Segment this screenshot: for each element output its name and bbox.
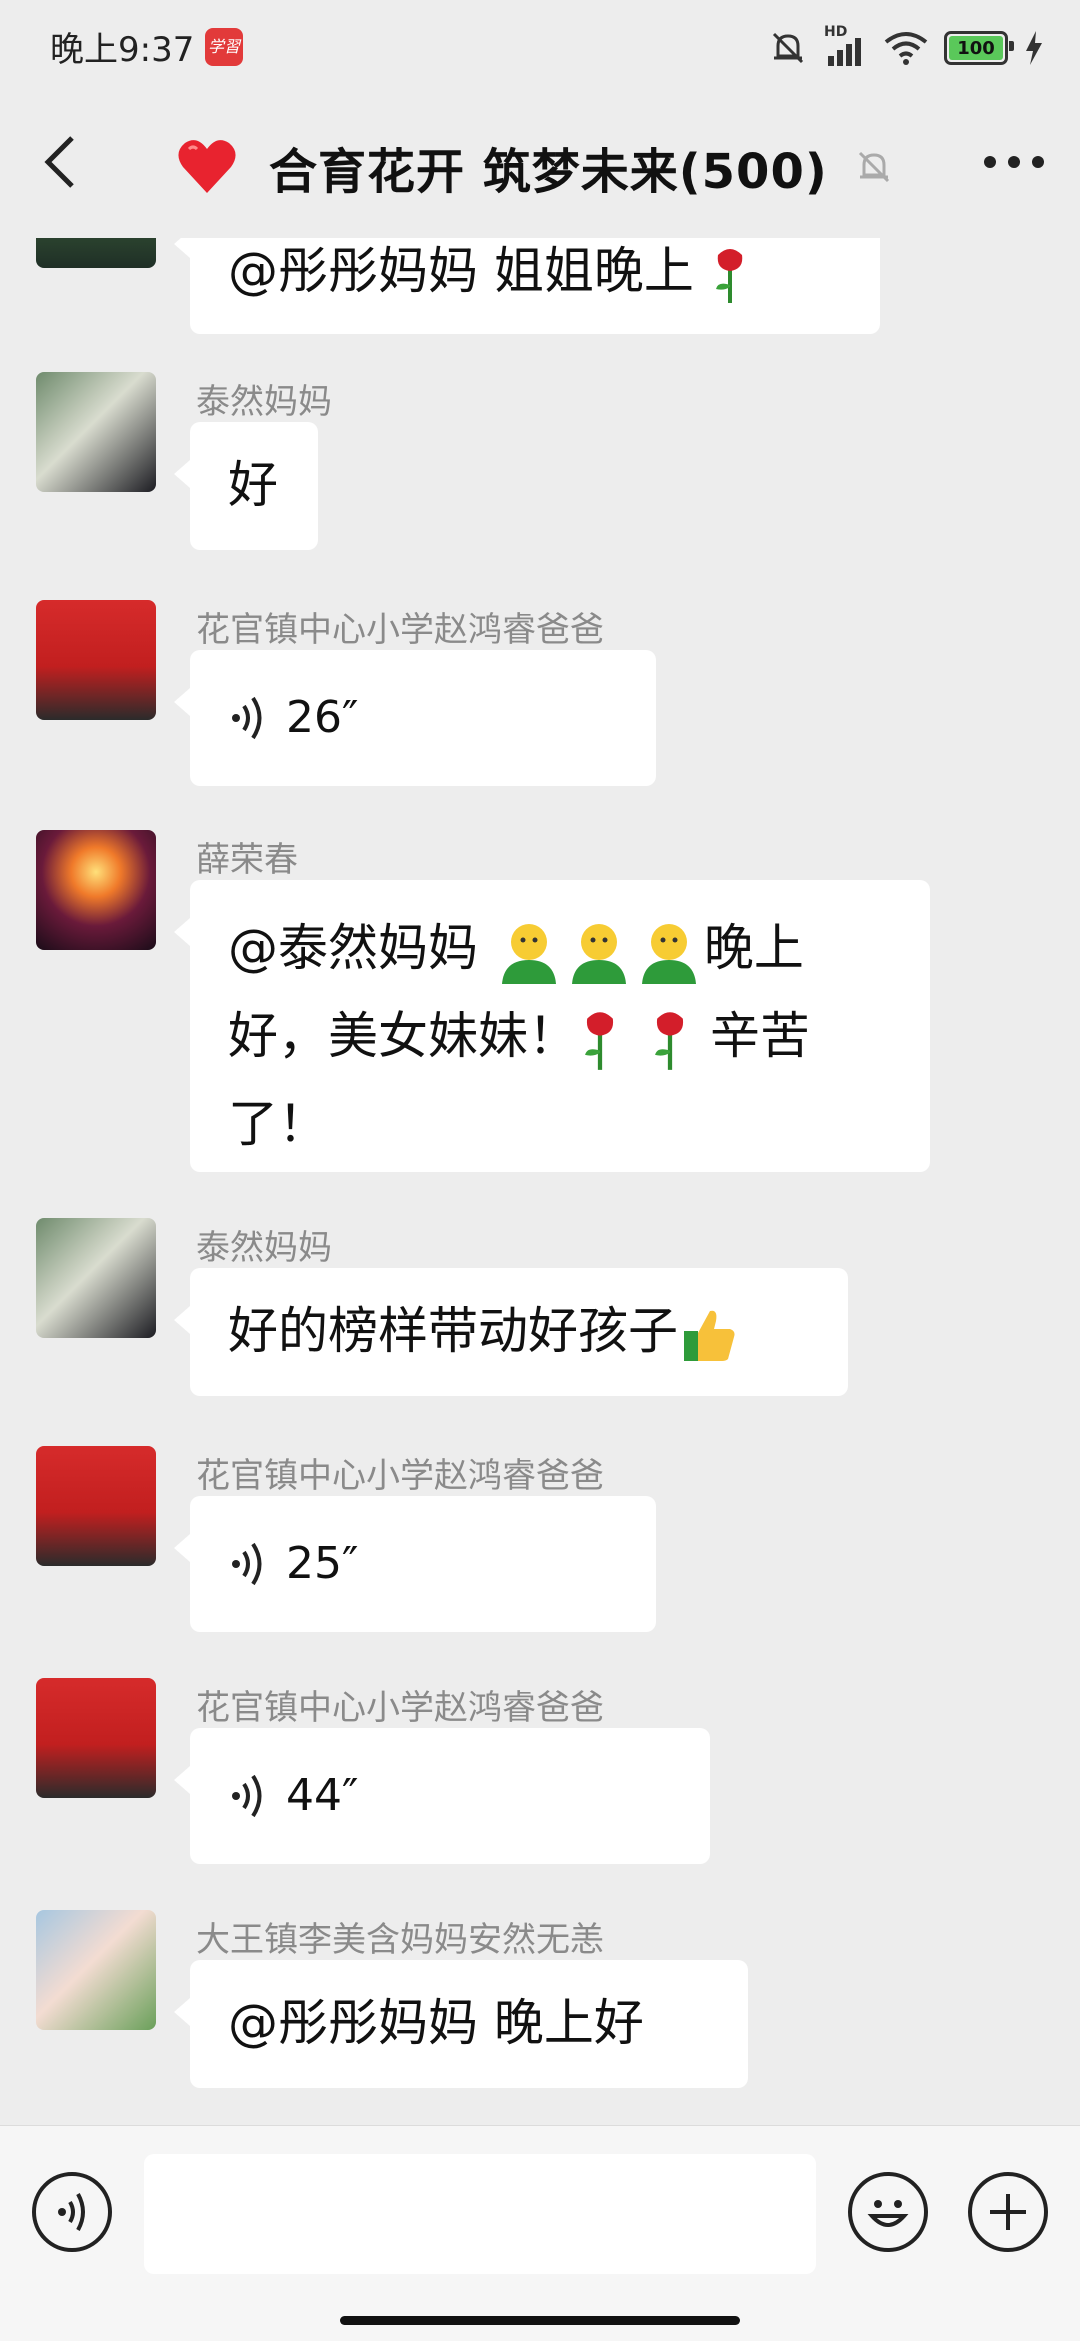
voice-wave-icon bbox=[232, 1774, 262, 1818]
back-arrow-icon[interactable] bbox=[38, 132, 82, 192]
title-group: 合育花开 筑梦未来(500) bbox=[175, 132, 894, 202]
page-title: 合育花开 筑梦未来(500) bbox=[269, 144, 828, 200]
sender-name: 薛荣春 bbox=[196, 840, 298, 880]
message-list[interactable]: @彤彤妈妈 姐姐晚上 泰然妈妈 好 花官镇中心小学赵鸿睿爸爸 26″ 薛荣春 @… bbox=[0, 238, 1080, 2125]
sender-name: 大王镇李美含妈妈安然无恙 bbox=[196, 1920, 604, 1960]
sender-name: 花官镇中心小学赵鸿睿爸爸 bbox=[196, 1456, 604, 1496]
status-time: 晚上9:37 bbox=[50, 30, 195, 70]
rose-emoji-icon bbox=[715, 248, 743, 303]
rose-emoji-icon bbox=[655, 1011, 684, 1070]
message-text: 晚上 bbox=[703, 919, 804, 977]
voice-duration: 26″ bbox=[286, 692, 359, 743]
emoji-icon bbox=[867, 2200, 909, 2227]
avatar[interactable] bbox=[36, 372, 156, 492]
voice-duration: 44″ bbox=[286, 1770, 359, 1821]
thumbs-up-emoji-icon bbox=[684, 1310, 735, 1361]
network-type: HD bbox=[824, 24, 848, 40]
voice-wave-icon bbox=[232, 1542, 262, 1586]
voice-message-bubble[interactable]: 26″ bbox=[174, 650, 656, 786]
person-emoji-icon bbox=[501, 923, 556, 984]
avatar[interactable] bbox=[36, 600, 156, 720]
message-text: @彤彤妈妈 晚上好 bbox=[228, 1994, 644, 2052]
avatar[interactable] bbox=[36, 238, 156, 268]
sender-name: 泰然妈妈 bbox=[196, 382, 332, 422]
plus-icon bbox=[990, 2194, 1026, 2230]
voice-message-bubble[interactable]: 25″ bbox=[174, 1496, 656, 1632]
plus-button[interactable] bbox=[968, 2172, 1048, 2252]
sender-name: 泰然妈妈 bbox=[196, 1228, 332, 1268]
more-options-button[interactable] bbox=[984, 152, 1044, 172]
message-bubble[interactable]: 好的榜样带动好孩子 bbox=[174, 1268, 848, 1396]
home-indicator[interactable] bbox=[340, 2316, 740, 2325]
message-bubble[interactable]: @彤彤妈妈 姐姐晚上 bbox=[174, 238, 880, 334]
avatar[interactable] bbox=[36, 830, 156, 950]
voice-input-icon bbox=[58, 2193, 85, 2231]
person-emoji-icon bbox=[641, 923, 696, 984]
wifi-icon bbox=[884, 32, 928, 65]
mute-icon bbox=[858, 151, 889, 183]
message-text: 了！ bbox=[228, 1095, 328, 1153]
emoji-button[interactable] bbox=[848, 2172, 928, 2252]
rose-emoji-icon bbox=[585, 1011, 614, 1070]
message-text: 好的榜样带动好孩子 bbox=[228, 1302, 678, 1360]
mute-bell-icon bbox=[772, 32, 804, 64]
avatar[interactable] bbox=[36, 1218, 156, 1338]
status-bar: 晚上9:37 学習 HD 100 bbox=[0, 0, 1080, 96]
message-text: @彤彤妈妈 姐姐晚上 bbox=[228, 242, 694, 300]
voice-duration: 25″ bbox=[286, 1538, 359, 1589]
voice-message-bubble[interactable]: 44″ bbox=[174, 1728, 710, 1864]
message-bubble[interactable]: 好 bbox=[174, 422, 318, 550]
message-text: 好 bbox=[228, 456, 278, 514]
battery-icon: 100 bbox=[944, 31, 1014, 65]
person-emoji-icon bbox=[571, 923, 626, 984]
message-bubble[interactable]: @泰然妈妈 晚上好，美女妹妹！ 辛苦了！ bbox=[174, 880, 930, 1172]
status-icons: HD 100 bbox=[768, 24, 1044, 70]
message-bubble[interactable]: @彤彤妈妈 晚上好 bbox=[174, 1960, 748, 2088]
voice-wave-icon bbox=[232, 696, 262, 740]
charging-icon bbox=[1026, 31, 1042, 65]
message-text: 辛苦 bbox=[710, 1007, 810, 1065]
heart-icon bbox=[178, 140, 236, 193]
sender-name: 花官镇中心小学赵鸿睿爸爸 bbox=[196, 1688, 604, 1728]
chat-header: 合育花开 筑梦未来(500) bbox=[0, 96, 1080, 238]
voice-input-button[interactable] bbox=[32, 2172, 112, 2252]
signal-icon: HD bbox=[824, 24, 868, 68]
message-text: 好，美女妹妹！ bbox=[228, 1007, 578, 1065]
message-input[interactable] bbox=[144, 2154, 816, 2274]
avatar[interactable] bbox=[36, 1446, 156, 1566]
avatar[interactable] bbox=[36, 1910, 156, 2030]
message-text: @泰然妈妈 bbox=[228, 919, 494, 977]
avatar[interactable] bbox=[36, 1678, 156, 1798]
app-notification-badge: 学習 bbox=[205, 28, 243, 66]
sender-name: 花官镇中心小学赵鸿睿爸爸 bbox=[196, 610, 604, 650]
input-bar bbox=[0, 2125, 1080, 2341]
